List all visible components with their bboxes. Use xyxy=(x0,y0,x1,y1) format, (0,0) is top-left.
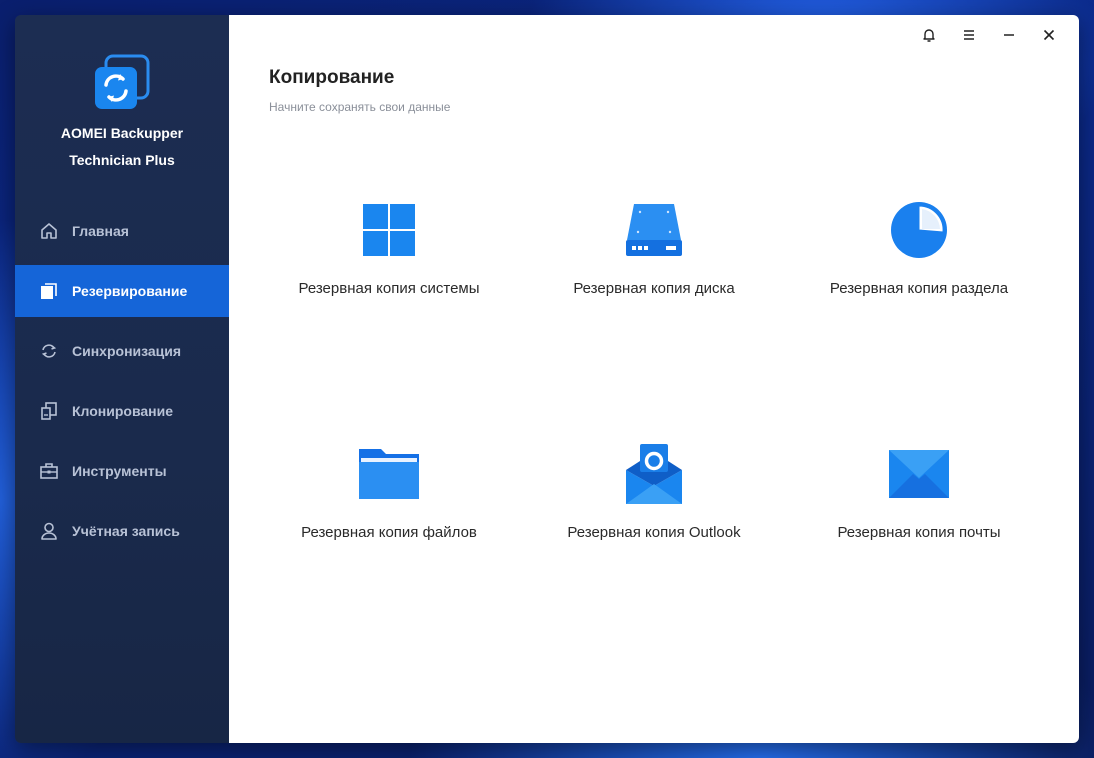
sidebar-item-account[interactable]: Учётная запись xyxy=(15,505,229,557)
tile-label: Резервная копия Outlook xyxy=(567,524,741,541)
tile-label: Резервная копия раздела xyxy=(829,280,1009,297)
folder-icon xyxy=(359,444,419,504)
backup-icon xyxy=(39,281,59,301)
minimize-icon xyxy=(1001,27,1017,43)
sidebar-item-label: Клонирование xyxy=(72,403,174,419)
outlook-icon xyxy=(624,444,684,504)
sidebar-item-label: Главная xyxy=(72,223,129,239)
mail-backup-tile[interactable]: Резервная копия почты xyxy=(794,444,1044,574)
brand-edition: Technician Plus xyxy=(69,152,175,168)
app-window: AOMEI Backupper Technician Plus Главная … xyxy=(15,15,1079,743)
outlook-backup-tile[interactable]: Резервная копия Outlook xyxy=(529,444,779,574)
home-icon xyxy=(39,221,59,241)
notification-button[interactable] xyxy=(909,23,949,47)
mail-envelope-icon xyxy=(889,444,949,504)
brand-name: AOMEI Backupper xyxy=(60,125,184,141)
page-subtitle: Начните сохранять свои данные xyxy=(269,100,451,114)
sidebar-item-sync[interactable]: Синхронизация xyxy=(15,325,229,377)
tile-label: Резервная копия файлов xyxy=(301,524,477,541)
sync-icon xyxy=(39,341,59,361)
tile-label: Резервная копия почты xyxy=(837,524,1001,541)
sidebar-item-label: Инструменты xyxy=(72,463,167,479)
clone-icon xyxy=(39,401,59,421)
system-backup-tile[interactable]: Резервная копия системы xyxy=(264,200,514,330)
sidebar-item-label: Учётная запись xyxy=(72,523,180,539)
partition-backup-tile[interactable]: Резервная копия раздела xyxy=(794,200,1044,330)
sidebar-item-clone[interactable]: Клонирование xyxy=(15,385,229,437)
tile-label: Резервная копия системы xyxy=(298,280,480,297)
window-controls xyxy=(909,23,1069,47)
menu-button[interactable] xyxy=(949,23,989,47)
sidebar-nav: Главная Резервирование Синхронизация Кло… xyxy=(15,205,229,565)
disk-backup-tile[interactable]: Резервная копия диска xyxy=(529,200,779,330)
sidebar: AOMEI Backupper Technician Plus Главная … xyxy=(15,15,229,743)
sidebar-item-label: Резервирование xyxy=(72,283,188,299)
sidebar-item-home[interactable]: Главная xyxy=(15,205,229,257)
close-button[interactable] xyxy=(1029,23,1069,47)
bell-icon xyxy=(921,27,937,43)
main-panel: Копирование Начните сохранять свои данны… xyxy=(229,15,1079,743)
close-icon xyxy=(1041,27,1057,43)
page-title: Копирование xyxy=(269,67,395,88)
sidebar-item-backup[interactable]: Резервирование xyxy=(15,265,229,317)
disk-icon xyxy=(624,200,684,260)
file-backup-tile[interactable]: Резервная копия файлов xyxy=(264,444,514,574)
toolbox-icon xyxy=(39,461,59,481)
windows-icon xyxy=(359,200,419,260)
minimize-button[interactable] xyxy=(989,23,1029,47)
app-logo-icon xyxy=(92,53,152,113)
sidebar-item-label: Синхронизация xyxy=(72,343,182,359)
partition-pie-icon xyxy=(889,200,949,260)
tile-label: Резервная копия диска xyxy=(573,280,735,297)
sidebar-item-tools[interactable]: Инструменты xyxy=(15,445,229,497)
user-icon xyxy=(39,521,59,541)
menu-icon xyxy=(961,27,977,43)
